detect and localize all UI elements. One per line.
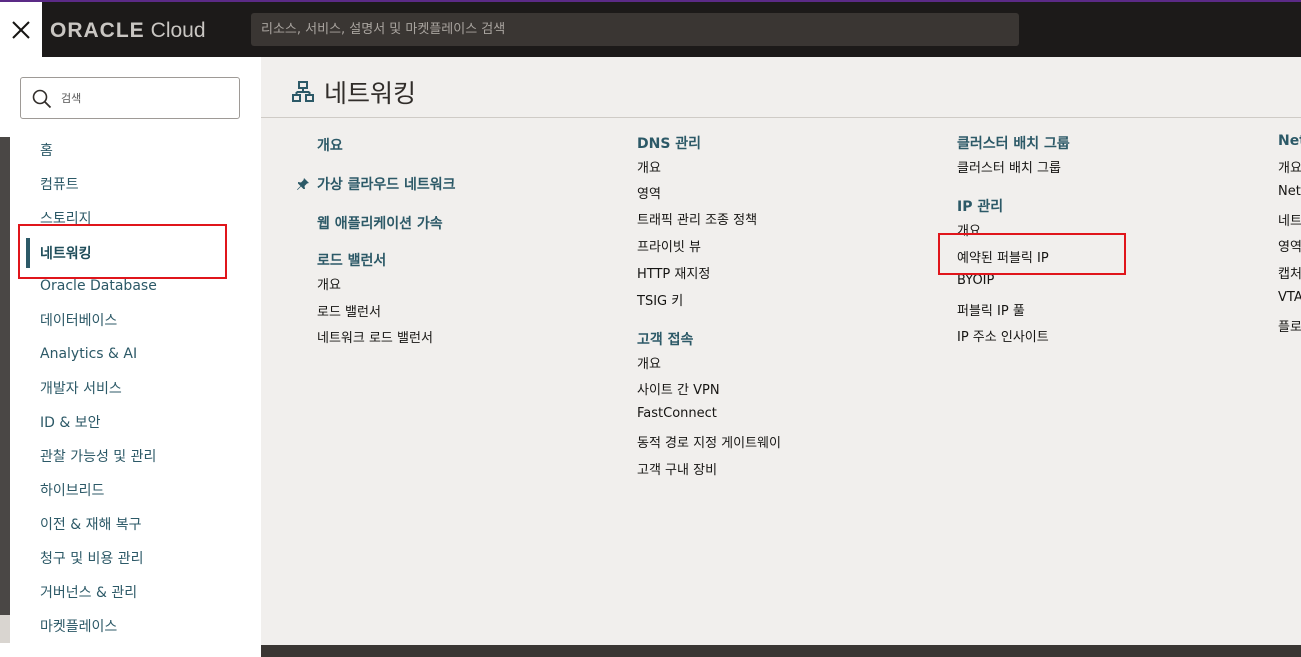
link-web-app-acceleration[interactable]: 웹 애플리케이션 가속 <box>317 213 443 233</box>
link-load-balancers[interactable]: 로드 밸런서 <box>317 301 381 320</box>
link-cpe[interactable]: 고객 구내 장비 <box>637 459 717 478</box>
link-ip-address-insights[interactable]: IP 주소 인사이트 <box>957 326 1049 345</box>
sidebar-item-home[interactable]: 홈 <box>40 140 53 160</box>
sidebar-item-analytics-ai[interactable]: Analytics & AI <box>40 346 137 362</box>
highlight-box-networking <box>18 224 227 279</box>
link-drg[interactable]: 동적 경로 지정 게이트웨이 <box>637 432 781 451</box>
link-lb-overview[interactable]: 개요 <box>317 274 341 293</box>
link-col4-item-3[interactable]: 네트 <box>1278 210 1301 229</box>
link-virtual-cloud-networks[interactable]: 가상 클라우드 네트워크 <box>317 174 456 194</box>
link-col4-item-6[interactable]: VTA <box>1278 290 1301 305</box>
link-zones[interactable]: 영역 <box>637 183 661 202</box>
heading-cluster-placement-groups: 클러스터 배치 그룹 <box>957 136 1070 152</box>
navigation-sidebar: 홈 컴퓨트 스토리지 네트워킹 Oracle Database 데이터베이스 A… <box>0 57 261 657</box>
close-menu-button[interactable] <box>0 2 42 57</box>
sidebar-item-developer-services[interactable]: 개발자 서비스 <box>40 378 122 398</box>
link-networking-overview[interactable]: 개요 <box>317 135 343 155</box>
link-col4-item-2[interactable]: Netw <box>1278 184 1301 199</box>
sidebar-item-hybrid[interactable]: 하이브리드 <box>40 480 104 500</box>
heading-customer-connectivity: 고객 접속 <box>637 332 694 348</box>
sidebar-item-observability[interactable]: 관찰 가능성 및 관리 <box>40 446 156 466</box>
link-http-redirect[interactable]: HTTP 재지정 <box>637 263 710 282</box>
brand-oracle: ORACLE <box>50 19 145 42</box>
sidebar-search-input[interactable] <box>61 78 231 118</box>
sidebar-search[interactable] <box>20 77 240 119</box>
link-private-views[interactable]: 프라이빗 뷰 <box>637 236 701 255</box>
sidebar-item-governance[interactable]: 거버넌스 & 관리 <box>40 582 137 602</box>
link-col4-item-4[interactable]: 영역 <box>1278 236 1301 255</box>
link-fastconnect[interactable]: FastConnect <box>637 406 717 421</box>
sidebar-item-identity-security[interactable]: ID & 보안 <box>40 412 101 432</box>
panel-header: 네트워킹 <box>261 57 1301 118</box>
sidebar-item-databases[interactable]: 데이터베이스 <box>40 310 117 330</box>
brand-cloud: Cloud <box>150 19 206 42</box>
heading-ip-management: IP 관리 <box>957 199 1004 215</box>
network-icon <box>292 81 314 102</box>
link-public-ip-pools[interactable]: 퍼블릭 IP 풀 <box>957 300 1025 319</box>
sidebar-item-migration-dr[interactable]: 이전 & 재해 복구 <box>40 514 142 534</box>
link-col4-overview[interactable]: 개요 <box>1278 157 1301 176</box>
sidebar-item-marketplace[interactable]: 마켓플레이스 <box>40 616 117 636</box>
sidebar-edge <box>0 137 10 615</box>
highlight-box-reserved-ip <box>938 233 1126 275</box>
sidebar-item-billing[interactable]: 청구 및 비용 관리 <box>40 548 144 568</box>
heading-load-balancer: 로드 밸런서 <box>317 253 387 269</box>
link-dns-overview[interactable]: 개요 <box>637 157 661 176</box>
sidebar-item-oracle-database[interactable]: Oracle Database <box>40 278 157 294</box>
sidebar-item-compute[interactable]: 컴퓨트 <box>40 174 79 194</box>
search-icon <box>32 89 52 109</box>
link-col4-item-7[interactable]: 플로 <box>1278 316 1301 335</box>
page-title: 네트워킹 <box>324 79 417 108</box>
link-network-load-balancers[interactable]: 네트워크 로드 밸런서 <box>317 327 433 346</box>
panel-bottom-bar <box>261 645 1301 657</box>
heading-column-4: Net <box>1278 133 1301 149</box>
oracle-cloud-logo[interactable]: ORACLE Cloud <box>50 16 206 46</box>
close-icon <box>12 21 30 39</box>
link-traffic-steering[interactable]: 트래픽 관리 조종 정책 <box>637 209 757 228</box>
top-navigation-bar: ORACLE Cloud <box>0 2 1301 57</box>
heading-dns-management: DNS 관리 <box>637 136 702 152</box>
link-cc-overview[interactable]: 개요 <box>637 353 661 372</box>
sidebar-edge-lower <box>0 615 10 643</box>
link-site-to-site-vpn[interactable]: 사이트 간 VPN <box>637 379 720 398</box>
pin-icon[interactable] <box>296 177 310 191</box>
link-tsig-keys[interactable]: TSIG 키 <box>637 290 683 309</box>
link-cluster-placement-groups[interactable]: 클러스터 배치 그룹 <box>957 157 1061 176</box>
link-col4-item-5[interactable]: 캡처 <box>1278 263 1301 282</box>
global-search[interactable] <box>251 13 1019 46</box>
link-byoip[interactable]: BYOIP <box>957 273 994 288</box>
global-search-input[interactable] <box>251 13 1019 46</box>
networking-menu-panel: 네트워킹 개요 가상 클라우드 네트워크 웹 애플리케이션 가속 로드 밸런서 … <box>261 57 1301 645</box>
